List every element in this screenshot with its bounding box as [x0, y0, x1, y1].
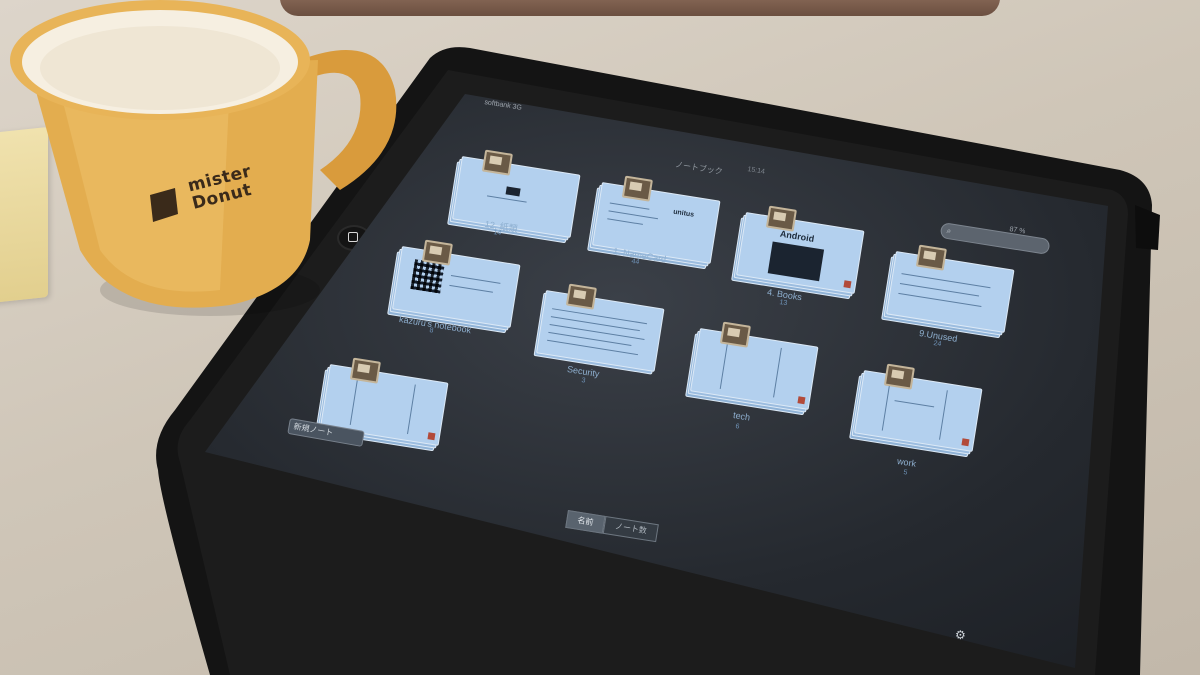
- stamp-icon: [427, 432, 436, 441]
- card-line: [549, 324, 645, 341]
- card-line: [547, 339, 639, 356]
- notebook-count: 14: [492, 229, 502, 238]
- notebook-count: 24: [932, 340, 942, 349]
- card-line: [939, 390, 948, 440]
- mug-shape: [10, 0, 397, 316]
- notebook-count: 44: [630, 258, 640, 267]
- notebook-clip-icon: [883, 363, 915, 390]
- card-text: unitus: [672, 208, 695, 219]
- stamp-icon: [843, 280, 852, 289]
- card-image: [505, 186, 521, 197]
- card-line: [449, 284, 493, 293]
- card-line: [881, 381, 891, 431]
- card-line: [609, 202, 650, 210]
- stamp-icon: [797, 396, 806, 405]
- notebook-clip-icon: [349, 357, 381, 384]
- card-line: [719, 339, 729, 389]
- notebook-count: 13: [778, 299, 788, 308]
- card-line: [607, 218, 643, 225]
- card-line: [552, 308, 648, 325]
- photo-scene: softbank 3G 87 % ノートブック 15:14 ⌕ 12. 紙類 1…: [0, 0, 1200, 675]
- card-line: [773, 347, 782, 398]
- notebook-clip-icon: [915, 244, 947, 271]
- notebook-clip-icon: [719, 321, 751, 348]
- notebook-clip-icon: [765, 205, 797, 232]
- card-line: [550, 316, 640, 332]
- card-text: Android: [779, 228, 815, 244]
- notebook-clip-icon: [621, 175, 653, 202]
- card-line: [450, 275, 501, 284]
- notebook-clip-icon: [565, 283, 597, 310]
- card-line: [486, 195, 527, 203]
- card-image: [767, 241, 825, 282]
- notebook-clip-icon: [481, 149, 513, 176]
- new-note-label: 新規ノート: [292, 421, 334, 438]
- card-line: [608, 210, 659, 220]
- card-line: [407, 384, 416, 435]
- notebook-clip-icon: [421, 239, 453, 266]
- search-icon: ⌕: [946, 225, 952, 236]
- coffee-mug: mister Donut: [0, 0, 420, 330]
- stamp-icon: [961, 438, 970, 447]
- card-line: [349, 375, 359, 425]
- card-line: [894, 400, 935, 408]
